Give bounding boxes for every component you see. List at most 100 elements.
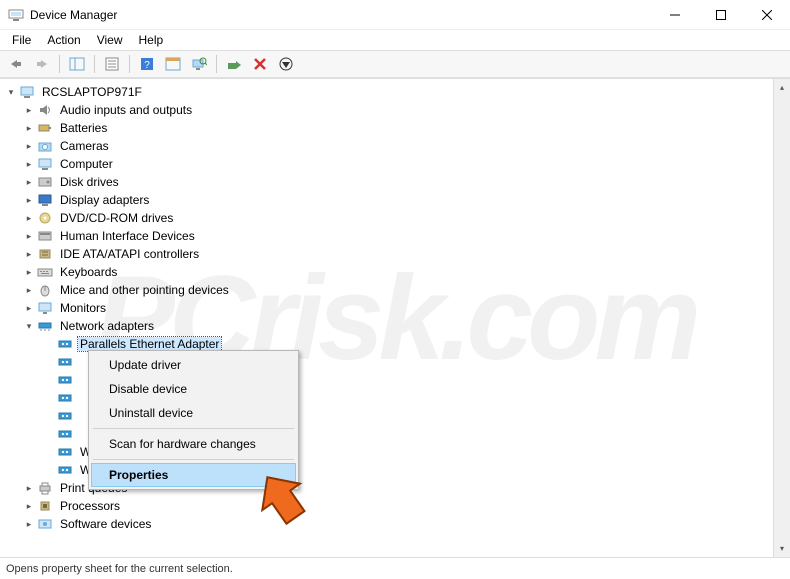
- properties-button[interactable]: [100, 53, 124, 75]
- scroll-down-button[interactable]: ▾: [774, 540, 790, 557]
- menu-bar: File Action View Help: [0, 30, 790, 50]
- network-adapter-icon: [56, 372, 74, 388]
- close-button[interactable]: [744, 0, 790, 30]
- category-icon: [36, 102, 54, 118]
- status-bar: Opens property sheet for the current sel…: [0, 557, 790, 579]
- computer-icon: [18, 84, 36, 100]
- tree-category[interactable]: ▸ Cameras: [0, 137, 773, 155]
- tree-item-label: Keyboards: [58, 265, 119, 279]
- back-button[interactable]: [4, 53, 28, 75]
- minimize-button[interactable]: [652, 0, 698, 30]
- context-menu: Update driver Disable device Uninstall d…: [88, 350, 299, 490]
- tree-category[interactable]: ▸ Human Interface Devices: [0, 227, 773, 245]
- expand-arrow-icon[interactable]: ▸: [22, 483, 36, 494]
- expand-arrow-icon[interactable]: ▸: [22, 267, 36, 278]
- tree-category[interactable]: ▸ Processors: [0, 497, 773, 515]
- collapse-arrow-icon[interactable]: ▾: [22, 321, 36, 332]
- tree-category[interactable]: ▸ Mice and other pointing devices: [0, 281, 773, 299]
- window-title: Device Manager: [30, 8, 652, 22]
- tree-category[interactable]: ▸ Software devices: [0, 515, 773, 533]
- menu-view[interactable]: View: [89, 31, 131, 49]
- tree-category[interactable]: ▸Computer: [0, 155, 773, 173]
- category-icon: [36, 138, 54, 154]
- disable-button[interactable]: [274, 53, 298, 75]
- scroll-up-button[interactable]: ▴: [774, 79, 790, 96]
- category-icon: [36, 282, 54, 298]
- svg-text:?: ?: [144, 60, 150, 71]
- expand-arrow-icon[interactable]: ▸: [22, 213, 36, 224]
- category-icon: [36, 192, 54, 208]
- category-icon: [36, 246, 54, 262]
- tree-category[interactable]: ▾ Network adapters: [0, 317, 773, 335]
- expand-arrow-icon[interactable]: ▸: [22, 177, 36, 188]
- maximize-button[interactable]: [698, 0, 744, 30]
- tree-item-label: Processors: [58, 499, 122, 513]
- tree-item-label: Human Interface Devices: [58, 229, 197, 243]
- tree-item-label: Network adapters: [58, 319, 156, 333]
- details-button[interactable]: [161, 53, 185, 75]
- tree-category[interactable]: ▸ IDE ATA/ATAPI controllers: [0, 245, 773, 263]
- category-icon: [36, 318, 54, 334]
- status-text: Opens property sheet for the current sel…: [6, 563, 233, 575]
- tree-item-label: DVD/CD-ROM drives: [58, 211, 175, 225]
- expand-arrow-icon[interactable]: ▸: [22, 501, 36, 512]
- tree-item-label: Mice and other pointing devices: [58, 283, 231, 297]
- tree-root[interactable]: ▾ RCSLAPTOP971F: [0, 83, 773, 101]
- menu-file[interactable]: File: [4, 31, 39, 49]
- tree-item-label: Disk drives: [58, 175, 121, 189]
- expand-arrow-icon[interactable]: ▸: [22, 303, 36, 314]
- forward-button[interactable]: [30, 53, 54, 75]
- help-button[interactable]: ?: [135, 53, 159, 75]
- scan-hardware-button[interactable]: [187, 53, 211, 75]
- category-icon: [36, 156, 54, 172]
- category-icon: [36, 480, 54, 496]
- ctx-properties[interactable]: Properties: [91, 463, 296, 487]
- ctx-scan-hardware[interactable]: Scan for hardware changes: [91, 432, 296, 456]
- tree-item-label: Audio inputs and outputs: [58, 103, 194, 117]
- tree-category[interactable]: ▸ DVD/CD-ROM drives: [0, 209, 773, 227]
- expand-arrow-icon[interactable]: ▸: [22, 519, 36, 530]
- tree-category[interactable]: ▸ Keyboards: [0, 263, 773, 281]
- category-icon: [36, 516, 54, 532]
- tree-item-label: Batteries: [58, 121, 109, 135]
- expand-arrow-icon[interactable]: ▸: [22, 195, 36, 206]
- tree-category[interactable]: ▸ Display adapters: [0, 191, 773, 209]
- category-icon: [36, 300, 54, 316]
- ctx-update-driver[interactable]: Update driver: [91, 353, 296, 377]
- tree-category[interactable]: ▸ Audio inputs and outputs: [0, 101, 773, 119]
- tree-category[interactable]: ▸ Batteries: [0, 119, 773, 137]
- network-adapter-icon: [56, 426, 74, 442]
- ctx-disable-device[interactable]: Disable device: [91, 377, 296, 401]
- tree-category[interactable]: ▸ Disk drives: [0, 173, 773, 191]
- title-bar: Device Manager: [0, 0, 790, 30]
- expand-arrow-icon[interactable]: ▾: [4, 87, 18, 98]
- tree-item-label: Parallels Ethernet Adapter: [78, 337, 221, 351]
- network-adapter-icon: [56, 444, 74, 460]
- ctx-separator: [93, 428, 294, 429]
- tree-item-label: Display adapters: [58, 193, 151, 207]
- update-driver-button[interactable]: [222, 53, 246, 75]
- expand-arrow-icon[interactable]: ▸: [22, 249, 36, 260]
- tree-root-label: RCSLAPTOP971F: [40, 85, 144, 99]
- menu-help[interactable]: Help: [131, 31, 172, 49]
- vertical-scrollbar[interactable]: ▴ ▾: [773, 79, 790, 557]
- show-hide-tree-button[interactable]: [65, 53, 89, 75]
- category-icon: [36, 264, 54, 280]
- menu-action[interactable]: Action: [39, 31, 88, 49]
- category-icon: [36, 120, 54, 136]
- uninstall-button[interactable]: [248, 53, 272, 75]
- expand-arrow-icon[interactable]: ▸: [22, 105, 36, 116]
- expand-arrow-icon[interactable]: ▸: [22, 285, 36, 296]
- category-icon: [36, 498, 54, 514]
- tree-item-label: Cameras: [58, 139, 111, 153]
- expand-arrow-icon[interactable]: ▸: [22, 159, 36, 170]
- expand-arrow-icon[interactable]: ▸: [22, 141, 36, 152]
- tree-category[interactable]: ▸ Monitors: [0, 299, 773, 317]
- tree-item-label: Software devices: [58, 517, 153, 531]
- tree-item-label: Monitors: [58, 301, 108, 315]
- tree-item-label: IDE ATA/ATAPI controllers: [58, 247, 201, 261]
- ctx-uninstall-device[interactable]: Uninstall device: [91, 401, 296, 425]
- expand-arrow-icon[interactable]: ▸: [22, 123, 36, 134]
- category-icon: [36, 210, 54, 226]
- expand-arrow-icon[interactable]: ▸: [22, 231, 36, 242]
